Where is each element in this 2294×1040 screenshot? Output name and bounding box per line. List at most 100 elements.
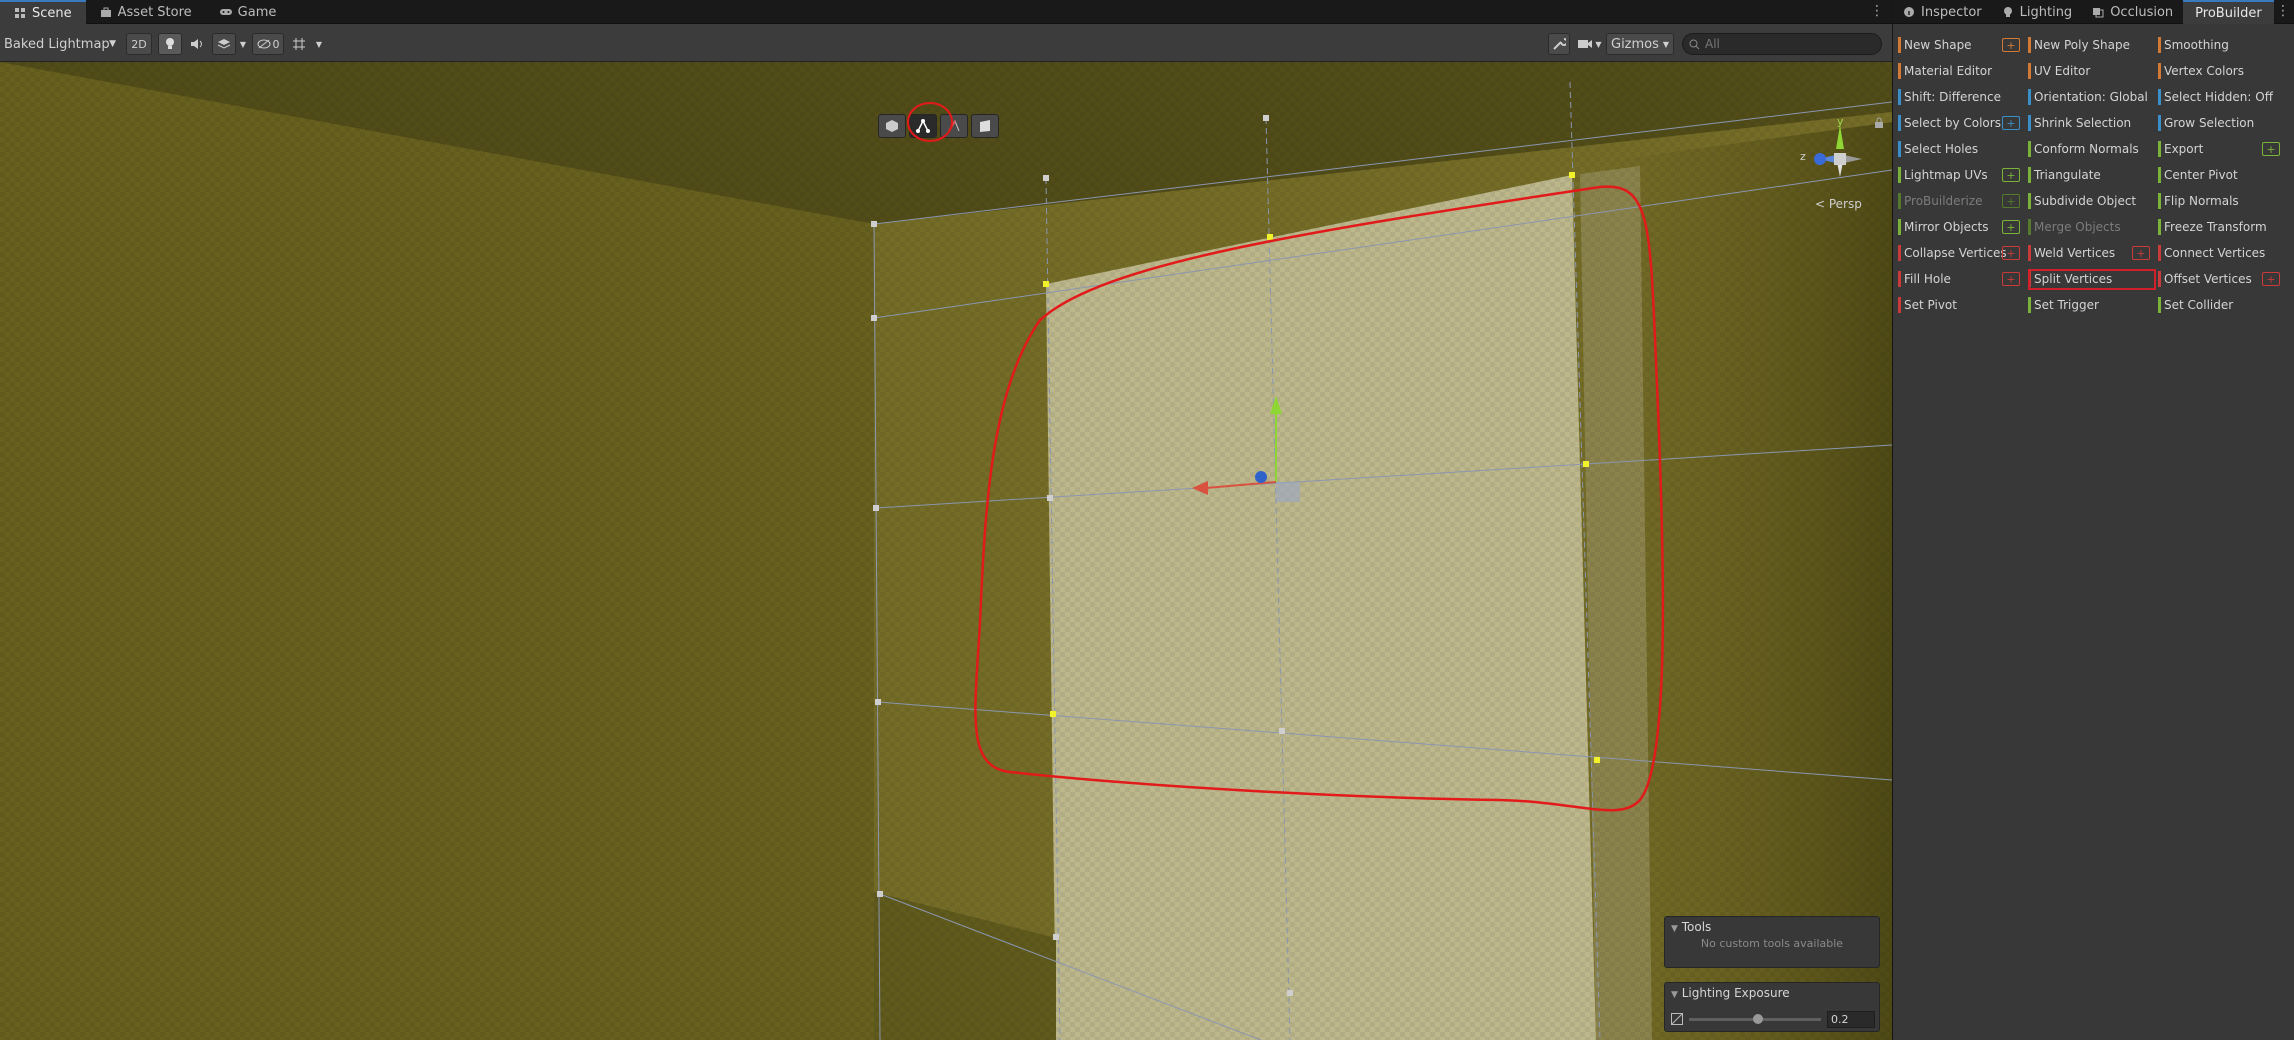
category-color-bar: [2028, 37, 2031, 53]
scene-tabbar: Scene Asset Store Game ⋮: [0, 0, 1892, 24]
pb-action-uv-editor[interactable]: UV Editor: [2026, 60, 2154, 82]
effects-dropdown-chevron-icon[interactable]: ▼: [238, 33, 248, 55]
pb-action-merge-objects: Merge Objects: [2026, 216, 2154, 238]
tools-settings-button[interactable]: [1548, 33, 1570, 55]
category-color-bar: [1898, 193, 1901, 209]
pb-options-plus-icon[interactable]: +: [2002, 220, 2020, 234]
pb-action-label: Orientation: Global: [2034, 90, 2148, 104]
tab-probuilder[interactable]: ProBuilder: [2183, 0, 2274, 24]
checker-overlay: [0, 62, 1892, 1040]
category-color-bar: [2028, 63, 2031, 79]
pb-action-set-collider[interactable]: Set Collider: [2156, 294, 2284, 316]
category-color-bar: [2028, 115, 2031, 131]
effects-toggle-button[interactable]: [212, 33, 236, 55]
search-icon: [1689, 39, 1700, 50]
category-color-bar: [1898, 245, 1901, 261]
collapse-triangle-icon: ▼: [1671, 990, 1678, 1000]
red-annotation-highlight: [2028, 269, 2156, 290]
scene-viewport[interactable]: y z < Persp ▼ Tools No custom tools avai…: [0, 62, 1892, 1040]
2d-toggle-button[interactable]: 2D: [126, 33, 152, 55]
gizmos-chevron-icon: ▼: [1662, 39, 1669, 49]
right-tabbar: Inspector Lighting Occlusion ProBuilder …: [1893, 0, 2294, 24]
lighting-exposure-title: Lighting Exposure: [1681, 986, 1790, 1000]
category-color-bar: [2158, 167, 2161, 183]
tab-inspector[interactable]: Inspector: [1893, 0, 1992, 24]
pb-options-plus-icon[interactable]: +: [2132, 246, 2150, 260]
scene-panel: Scene Asset Store Game ⋮ Baked Lightmap …: [0, 0, 1892, 1040]
audio-toggle-button[interactable]: [186, 33, 208, 55]
scene-search-input[interactable]: All: [1682, 33, 1882, 55]
pb-action-shift-difference[interactable]: Shift: Difference: [1896, 86, 2024, 108]
pb-options-plus-icon[interactable]: +: [2002, 246, 2020, 260]
pb-options-plus-icon[interactable]: +: [2002, 116, 2020, 130]
pb-action-select-holes[interactable]: Select Holes: [1896, 138, 2024, 160]
tab-scene[interactable]: Scene: [0, 0, 86, 24]
category-color-bar: [2028, 219, 2031, 235]
pb-action-select-hidden-off[interactable]: Select Hidden: Off: [2156, 86, 2284, 108]
tab-occlusion[interactable]: Occlusion: [2082, 0, 2183, 24]
tab-game-label: Game: [237, 4, 277, 20]
hidden-objects-toggle-button[interactable]: 0: [252, 33, 284, 55]
pb-options-plus-icon[interactable]: +: [2002, 272, 2020, 286]
pb-action-vertex-colors[interactable]: Vertex Colors: [2156, 60, 2284, 82]
pb-action-subdivide-object[interactable]: Subdivide Object: [2026, 190, 2154, 212]
pb-action-flip-normals[interactable]: Flip Normals: [2156, 190, 2284, 212]
pb-options-plus-icon[interactable]: +: [2002, 168, 2020, 182]
pb-action-set-pivot[interactable]: Set Pivot: [1896, 294, 2024, 316]
tools-overlay: ▼ Tools No custom tools available: [1664, 916, 1880, 968]
pb-action-center-pivot[interactable]: Center Pivot: [2156, 164, 2284, 186]
tab-asset-store-label: Asset Store: [117, 4, 192, 20]
tab-asset-store[interactable]: Asset Store: [86, 0, 206, 24]
cube-icon: [886, 120, 898, 132]
exposure-icon: [1671, 1013, 1683, 1025]
category-color-bar: [2158, 297, 2161, 313]
persp-label[interactable]: < Persp: [1815, 197, 1862, 211]
hidden-count: 0: [272, 37, 280, 51]
pb-action-connect-vertices[interactable]: Connect Vertices: [2156, 242, 2284, 264]
category-color-bar: [1898, 271, 1901, 287]
pb-action-label: Fill Hole: [1904, 272, 1951, 286]
pb-action-conform-normals[interactable]: Conform Normals: [2026, 138, 2154, 160]
pb-options-plus-icon: +: [2002, 194, 2020, 208]
tools-overlay-header[interactable]: ▼ Tools: [1665, 917, 1879, 937]
collapse-triangle-icon: ▼: [1671, 924, 1678, 934]
pb-action-label: Freeze Transform: [2164, 220, 2267, 234]
gizmos-dropdown[interactable]: Gizmos ▼: [1606, 33, 1674, 55]
pb-action-set-trigger[interactable]: Set Trigger: [2026, 294, 2154, 316]
face-mode-button[interactable]: [971, 114, 999, 138]
search-placeholder: All: [1705, 37, 1720, 51]
pb-options-plus-icon[interactable]: +: [2002, 38, 2020, 52]
lock-icon[interactable]: [1874, 117, 1884, 129]
tab-lighting[interactable]: Lighting: [1992, 0, 2083, 24]
pb-action-orientation-global[interactable]: Orientation: Global: [2026, 86, 2154, 108]
draw-mode-dropdown[interactable]: Baked Lightmap ▼: [2, 33, 120, 55]
pb-action-new-poly-shape[interactable]: New Poly Shape: [2026, 34, 2154, 56]
eye-slash-icon: [257, 39, 270, 49]
pb-action-smoothing[interactable]: Smoothing: [2156, 34, 2284, 56]
tab-lighting-label: Lighting: [2019, 4, 2073, 20]
pb-options-plus-icon[interactable]: +: [2262, 272, 2280, 286]
exposure-value-field[interactable]: 0.2: [1827, 1011, 1875, 1028]
grid-snap-button[interactable]: [288, 33, 310, 55]
lighting-toggle-button[interactable]: [158, 33, 182, 55]
pb-action-material-editor[interactable]: Material Editor: [1896, 60, 2024, 82]
pb-action-grow-selection[interactable]: Grow Selection: [2156, 112, 2284, 134]
scene-geometry: [0, 62, 1892, 1040]
panel-kebab-menu-icon[interactable]: ⋮: [2276, 3, 2290, 19]
draw-mode-label: Baked Lightmap: [4, 36, 110, 52]
pb-action-label: ProBuilderize: [1904, 194, 1983, 208]
kebab-menu-icon[interactable]: ⋮: [1870, 3, 1884, 19]
pb-action-triangulate[interactable]: Triangulate: [2026, 164, 2154, 186]
red-annotation-mode-circle: [907, 102, 953, 142]
pb-action-freeze-transform[interactable]: Freeze Transform: [2156, 216, 2284, 238]
object-mode-button[interactable]: [878, 114, 906, 138]
pb-action-label: Center Pivot: [2164, 168, 2238, 182]
chevron-down-icon: ▼: [109, 39, 116, 49]
exposure-slider-thumb[interactable]: [1752, 1014, 1763, 1024]
camera-settings-button[interactable]: ▼: [1576, 33, 1604, 55]
grid-dropdown-chevron-icon[interactable]: ▼: [312, 33, 326, 55]
pb-options-plus-icon[interactable]: +: [2262, 142, 2280, 156]
lighting-exposure-header[interactable]: ▼ Lighting Exposure: [1665, 983, 1879, 1003]
pb-action-shrink-selection[interactable]: Shrink Selection: [2026, 112, 2154, 134]
tab-game[interactable]: Game: [206, 0, 291, 24]
